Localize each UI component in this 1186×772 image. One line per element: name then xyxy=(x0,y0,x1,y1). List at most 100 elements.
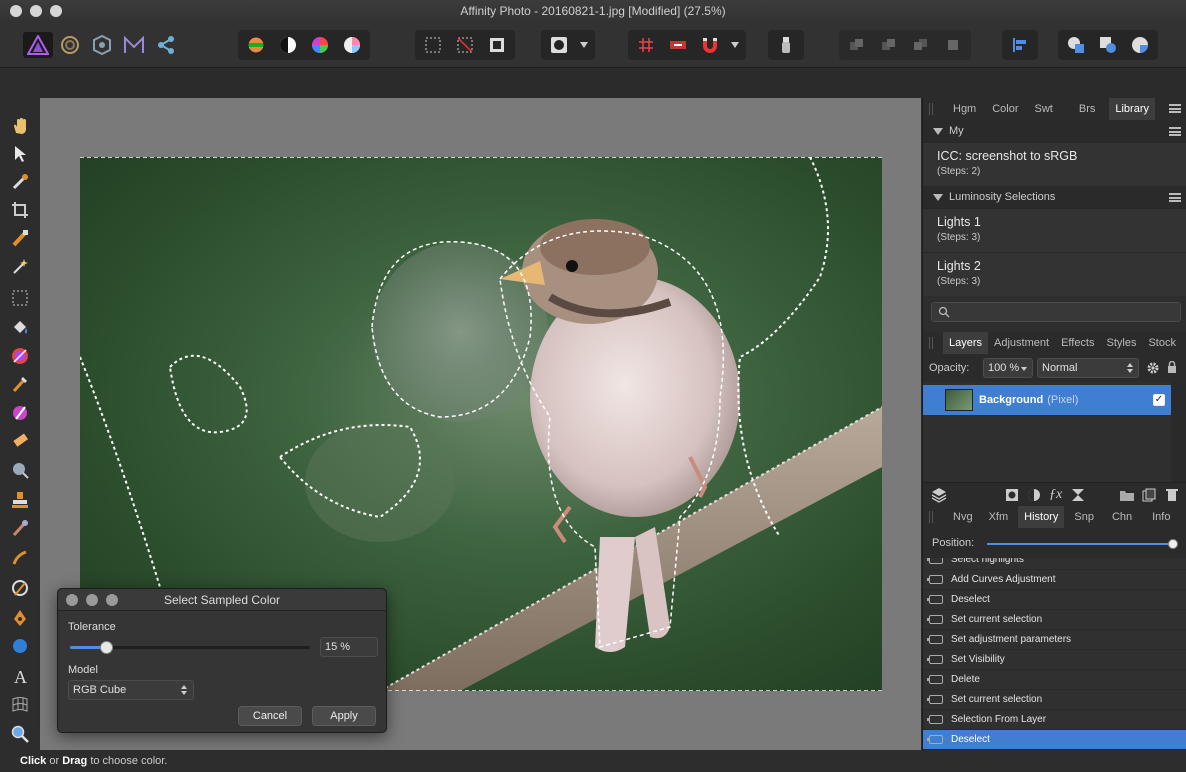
tab-channels[interactable]: Chn xyxy=(1106,506,1138,528)
model-select[interactable]: RGB Cube xyxy=(68,680,194,700)
tab-histogram[interactable]: Hgm xyxy=(947,98,982,120)
history-item[interactable]: Set current selection xyxy=(923,610,1186,630)
snapping-dropdown-icon[interactable] xyxy=(727,32,743,58)
photo-persona-icon[interactable] xyxy=(23,32,53,58)
shape-tool-icon[interactable] xyxy=(8,634,32,658)
history-item[interactable]: Set current selection xyxy=(923,690,1186,710)
panel-grip-icon[interactable] xyxy=(929,337,933,349)
zoom-tool-icon[interactable] xyxy=(8,722,32,746)
selection-brush-tool-icon[interactable] xyxy=(8,226,32,250)
assistant-icon[interactable] xyxy=(663,32,693,58)
tab-brushes[interactable]: Brs xyxy=(1073,98,1102,120)
view-tool-hand-icon[interactable] xyxy=(8,114,32,138)
disclosure-triangle-icon[interactable] xyxy=(933,193,943,201)
color-replacement-tool-icon[interactable] xyxy=(8,400,32,424)
dialog-zoom-button[interactable] xyxy=(106,594,118,606)
tab-stock[interactable]: Stock xyxy=(1142,332,1182,354)
select-all-icon[interactable] xyxy=(418,32,448,58)
snapping-magnet-icon[interactable] xyxy=(695,32,725,58)
color-picker-tool-icon[interactable] xyxy=(8,170,32,194)
move-back-one-icon[interactable] xyxy=(874,32,904,58)
duplicate-layer-icon[interactable] xyxy=(1142,488,1156,502)
move-forward-one-icon[interactable] xyxy=(906,32,936,58)
tolerance-slider[interactable] xyxy=(70,641,310,654)
history-item[interactable]: Delete xyxy=(923,670,1186,690)
close-window-button[interactable] xyxy=(10,5,22,17)
layer-row-background[interactable]: Background (Pixel) ✓ xyxy=(923,385,1171,415)
tab-navigator[interactable]: Nvg xyxy=(947,506,979,528)
blur-brush-tool-icon[interactable] xyxy=(8,516,32,540)
grid-icon[interactable] xyxy=(631,32,661,58)
tab-swatches[interactable]: Swt xyxy=(1029,98,1059,120)
tab-snapshots[interactable]: Snp xyxy=(1068,506,1100,528)
hsl-icon[interactable] xyxy=(241,32,271,58)
tolerance-slider-knob[interactable] xyxy=(100,641,113,654)
zoom-window-button[interactable] xyxy=(50,5,62,17)
history-item[interactable]: Select highlights xyxy=(923,558,1186,570)
library-item[interactable]: Lights 2 (Steps: 3) xyxy=(923,252,1186,296)
tab-effects[interactable]: Effects xyxy=(1055,332,1100,354)
disclosure-triangle-icon[interactable] xyxy=(933,127,943,135)
develop-persona-icon[interactable] xyxy=(87,32,117,58)
flood-select-tool-icon[interactable] xyxy=(8,254,32,278)
white-balance-icon[interactable] xyxy=(337,32,367,58)
flood-fill-tool-icon[interactable] xyxy=(8,316,32,340)
trash-icon[interactable] xyxy=(1166,488,1178,502)
move-to-front-icon[interactable] xyxy=(938,32,968,58)
mask-layer-icon[interactable] xyxy=(1005,488,1019,502)
library-item[interactable]: Lights 1 (Steps: 3) xyxy=(923,208,1186,252)
gradient-tool-icon[interactable] xyxy=(8,344,32,368)
boolean-add-icon[interactable] xyxy=(1061,32,1091,58)
tolerance-input[interactable]: 15 % xyxy=(320,637,378,657)
folder-icon[interactable] xyxy=(1119,488,1135,502)
history-item[interactable]: Set Visibility xyxy=(923,650,1186,670)
tab-info[interactable]: Info xyxy=(1146,506,1176,528)
lock-icon[interactable] xyxy=(1167,361,1177,374)
layers-scrollbar[interactable] xyxy=(1171,382,1186,482)
fx-icon[interactable]: ƒx xyxy=(1049,487,1062,503)
mesh-warp-tool-icon[interactable] xyxy=(8,692,32,716)
dodge-burn-tool-icon[interactable] xyxy=(8,458,32,482)
panel-menu-icon[interactable] xyxy=(1169,104,1181,113)
move-to-back-icon[interactable] xyxy=(842,32,872,58)
tab-transform[interactable]: Xfm xyxy=(983,506,1015,528)
dialog-close-button[interactable] xyxy=(66,594,78,606)
library-search-input[interactable] xyxy=(931,302,1181,322)
history-item[interactable]: Selection From Layer xyxy=(923,710,1186,730)
library-group-luminosity[interactable]: Luminosity Selections xyxy=(923,186,1186,208)
paint-mixer-icon[interactable] xyxy=(771,32,801,58)
dialog-minimize-button[interactable] xyxy=(86,594,98,606)
group-menu-icon[interactable] xyxy=(1169,127,1181,136)
move-tool-arrow-icon[interactable] xyxy=(8,142,32,166)
boolean-intersect-icon[interactable] xyxy=(1125,32,1155,58)
group-menu-icon[interactable] xyxy=(1169,193,1181,202)
apply-button[interactable]: Apply xyxy=(312,706,376,726)
opacity-field[interactable]: 100 % xyxy=(983,358,1033,378)
minimize-window-button[interactable] xyxy=(30,5,42,17)
panel-grip-icon[interactable] xyxy=(929,511,933,523)
align-icon[interactable] xyxy=(1005,32,1035,58)
smudge-tool-icon[interactable] xyxy=(8,546,32,570)
tab-styles[interactable]: Styles xyxy=(1101,332,1143,354)
erase-brush-tool-icon[interactable] xyxy=(8,428,32,452)
tab-adjustment[interactable]: Adjustment xyxy=(988,332,1055,354)
pen-tool-icon[interactable] xyxy=(8,606,32,630)
layers-stack-icon[interactable] xyxy=(931,487,947,503)
gear-icon[interactable] xyxy=(1146,361,1160,375)
text-tool-icon[interactable]: A xyxy=(8,664,32,688)
history-position-slider[interactable] xyxy=(987,539,1178,549)
tone-mapping-persona-icon[interactable] xyxy=(119,32,149,58)
liquify-persona-icon[interactable] xyxy=(55,32,85,58)
blend-mode-select[interactable]: Normal xyxy=(1037,358,1139,378)
boolean-subtract-icon[interactable] xyxy=(1093,32,1123,58)
marquee-tool-icon[interactable] xyxy=(8,286,32,310)
panel-grip-icon[interactable] xyxy=(929,103,933,115)
tab-history[interactable]: History xyxy=(1018,506,1065,528)
layer-visibility-checkbox[interactable]: ✓ xyxy=(1153,394,1165,406)
tab-layers[interactable]: Layers xyxy=(943,332,989,354)
paint-brush-tool-icon[interactable] xyxy=(8,372,32,396)
history-item[interactable]: Set adjustment parameters xyxy=(923,630,1186,650)
levels-icon[interactable] xyxy=(273,32,303,58)
export-persona-icon[interactable] xyxy=(151,32,181,58)
tab-library[interactable]: Library xyxy=(1109,98,1155,120)
